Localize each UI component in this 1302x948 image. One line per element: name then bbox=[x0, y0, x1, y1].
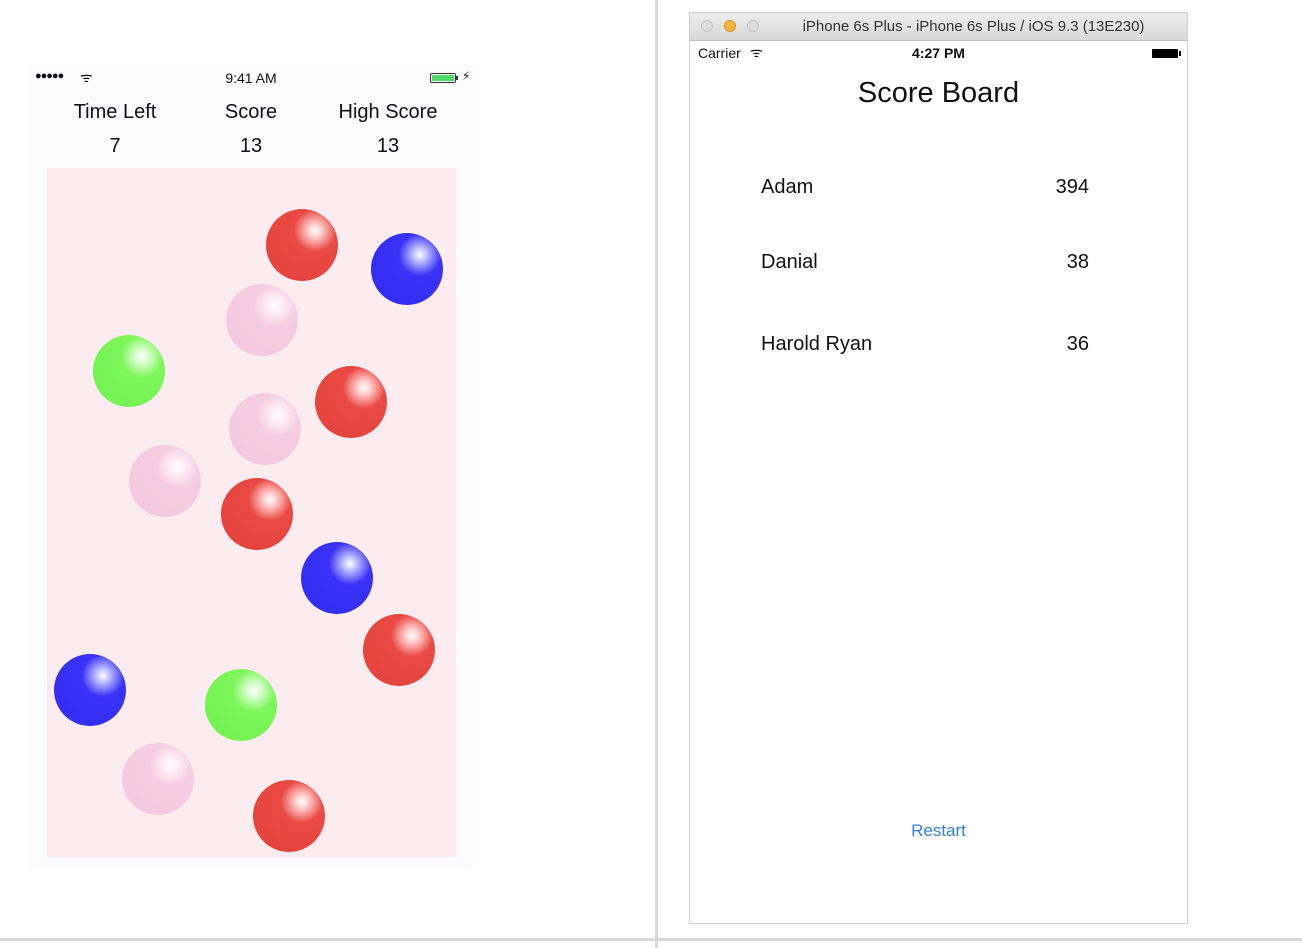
window-titlebar: iPhone 6s Plus - iPhone 6s Plus / iOS 9.… bbox=[690, 13, 1187, 41]
game-screen: ●●●●● ᯤ 9:41 AM ⚡ Time Left 7 Score 13 H… bbox=[28, 64, 474, 868]
simulator-status-bar: Carrier ᯤ 4:27 PM bbox=[690, 41, 1187, 63]
high-score-label: High Score bbox=[338, 101, 438, 123]
charging-icon: ⚡ bbox=[462, 69, 471, 83]
battery-icon bbox=[1152, 49, 1181, 58]
page-title: Score Board bbox=[857, 77, 1020, 109]
time-left-stat: Time Left 7 bbox=[45, 100, 185, 158]
window-close-button[interactable] bbox=[701, 20, 713, 32]
red-bubble[interactable] bbox=[363, 614, 435, 686]
bottom-divider bbox=[0, 938, 1302, 941]
green-bubble[interactable] bbox=[93, 335, 165, 407]
pink-bubble[interactable] bbox=[122, 743, 194, 815]
window-title: iPhone 6s Plus - iPhone 6s Plus / iOS 9.… bbox=[802, 18, 1145, 35]
restart-button[interactable]: Restart bbox=[690, 821, 1187, 841]
player-score: 38 bbox=[1066, 251, 1089, 273]
score-stat: Score 13 bbox=[181, 100, 321, 158]
high-score-value: 13 bbox=[376, 135, 400, 157]
player-name: Adam bbox=[761, 176, 814, 198]
bubble-playfield[interactable] bbox=[47, 168, 456, 857]
score-row: Harold Ryan 36 bbox=[761, 333, 1089, 363]
player-score: 394 bbox=[1055, 176, 1089, 198]
player-name: Harold Ryan bbox=[761, 333, 873, 355]
player-name: Danial bbox=[761, 251, 818, 273]
player-score: 36 bbox=[1066, 333, 1089, 355]
blue-bubble[interactable] bbox=[301, 542, 373, 614]
panel-divider bbox=[655, 0, 658, 948]
blue-bubble[interactable] bbox=[371, 233, 443, 305]
red-bubble[interactable] bbox=[266, 209, 338, 281]
score-label: Score bbox=[224, 101, 278, 123]
blue-bubble[interactable] bbox=[54, 654, 126, 726]
pink-bubble[interactable] bbox=[229, 393, 301, 465]
battery-icon bbox=[430, 73, 458, 83]
window-minimize-button[interactable] bbox=[724, 20, 736, 32]
status-time: 4:27 PM bbox=[912, 45, 965, 61]
pink-bubble[interactable] bbox=[129, 445, 201, 517]
status-bar: ●●●●● ᯤ 9:41 AM ⚡ bbox=[28, 64, 474, 92]
pink-bubble[interactable] bbox=[226, 284, 298, 356]
high-score-stat: High Score 13 bbox=[318, 100, 458, 158]
window-zoom-button[interactable] bbox=[747, 20, 759, 32]
green-bubble[interactable] bbox=[205, 669, 277, 741]
score-row: Adam 394 bbox=[761, 176, 1089, 206]
red-bubble[interactable] bbox=[315, 366, 387, 438]
red-bubble[interactable] bbox=[221, 478, 293, 550]
status-time: 9:41 AM bbox=[225, 70, 277, 86]
score-row: Danial 38 bbox=[761, 251, 1089, 281]
time-left-label: Time Left bbox=[73, 101, 157, 123]
red-bubble[interactable] bbox=[253, 780, 325, 852]
score-value: 13 bbox=[239, 135, 263, 157]
time-left-value: 7 bbox=[109, 135, 121, 157]
simulator-window: iPhone 6s Plus - iPhone 6s Plus / iOS 9.… bbox=[689, 12, 1188, 924]
